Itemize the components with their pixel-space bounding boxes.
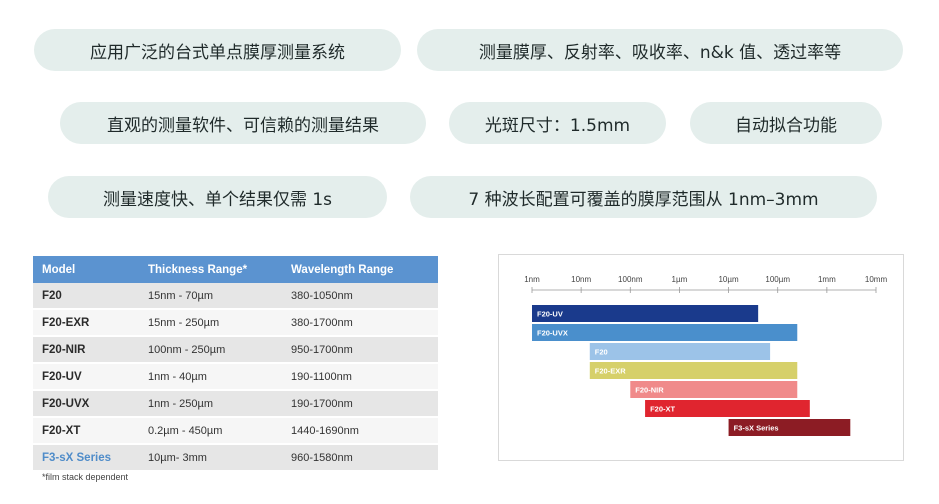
- row-model: F20: [33, 283, 139, 310]
- axis-tick-label: 10mm: [865, 275, 888, 284]
- feature-pill-1: 应用广泛的台式单点膜厚测量系统: [34, 29, 401, 71]
- range-bar: [532, 324, 798, 341]
- axis-tick-label: 100µm: [765, 275, 790, 284]
- row-wavelength: 190-1100nm: [282, 363, 438, 391]
- row-thickness: 1nm - 40µm: [139, 363, 282, 391]
- feature-pill-7: 7 种波长配置可覆盖的膜厚范围从 1nm–3mm: [410, 176, 877, 218]
- table-header-row: Model Thickness Range* Wavelength Range: [33, 256, 438, 283]
- row-thickness: 100nm - 250µm: [139, 336, 282, 364]
- axis-tick-label: 1nm: [524, 275, 540, 284]
- thickness-range-chart: 1nm 10nm 100nm 1µm 10µm 100µm 1mm 10mm F20-UV F20…: [498, 254, 904, 461]
- range-bar-label: F3-sX Series: [734, 424, 779, 433]
- header-model: Model: [33, 256, 139, 283]
- table-row: F20-UV 1nm - 40µm 190-1100nm: [33, 363, 438, 391]
- table-row: F3-sX Series 10µm- 3mm 960-1580nm: [33, 444, 438, 472]
- row-thickness: 15nm - 250µm: [139, 309, 282, 337]
- range-bar-label: F20-NIR: [635, 386, 664, 395]
- row-wavelength: 960-1580nm: [282, 444, 438, 472]
- feature-pill-5: 自动拟合功能: [690, 102, 882, 144]
- range-bar: [532, 305, 759, 322]
- range-chart-svg: 1nm 10nm 100nm 1µm 10µm 100µm 1mm 10mm F20-UV F20…: [524, 275, 888, 436]
- row-thickness: 0.2µm - 450µm: [139, 417, 282, 445]
- table-row: F20-NIR 100nm - 250µm 950-1700nm: [33, 336, 438, 364]
- feature-pill-4: 光斑尺寸：1.5mm: [449, 102, 666, 144]
- row-wavelength: 190-1700nm: [282, 390, 438, 418]
- table-row: F20-UVX 1nm - 250µm 190-1700nm: [33, 390, 438, 418]
- range-bar-label: F20-EXR: [595, 367, 626, 376]
- row-wavelength: 380-1700nm: [282, 309, 438, 337]
- feature-pill-3: 直观的测量软件、可信赖的测量结果: [60, 102, 426, 144]
- row-thickness: 10µm- 3mm: [139, 444, 282, 472]
- table-row: F20-XT 0.2µm - 450µm 1440-1690nm: [33, 417, 438, 445]
- axis-tick-label: 10nm: [571, 275, 591, 284]
- row-thickness: 15nm - 70µm: [139, 283, 282, 310]
- row-model: F20-XT: [33, 417, 139, 445]
- row-model: F3-sX Series: [33, 444, 139, 472]
- row-wavelength: 1440-1690nm: [282, 417, 438, 445]
- table-row: F20 15nm - 70µm 380-1050nm: [33, 283, 438, 310]
- feature-pill-2: 测量膜厚、反射率、吸收率、n&k 值、透过率等: [417, 29, 903, 71]
- header-wavelength-range: Wavelength Range: [282, 256, 438, 283]
- row-model: F20-NIR: [33, 336, 139, 364]
- range-bar-label: F20-XT: [650, 405, 675, 414]
- axis-tick-label: 1mm: [818, 275, 836, 284]
- range-bar-label: F20-UV: [537, 310, 563, 319]
- row-model: F20-UV: [33, 363, 139, 391]
- feature-pill-6: 测量速度快、单个结果仅需 1s: [48, 176, 387, 218]
- header-thickness-range: Thickness Range*: [139, 256, 282, 283]
- row-model: F20-EXR: [33, 309, 139, 337]
- row-model: F20-UVX: [33, 390, 139, 418]
- range-bar-label: F20-UVX: [537, 329, 568, 338]
- row-wavelength: 950-1700nm: [282, 336, 438, 364]
- range-bar: [589, 343, 771, 360]
- table-row: F20-EXR 15nm - 250µm 380-1700nm: [33, 309, 438, 337]
- range-bar-label: F20: [595, 348, 608, 357]
- table-footnote: *film stack dependent: [42, 472, 129, 482]
- axis-tick-label: 100nm: [618, 275, 643, 284]
- axis-tick-label: 1µm: [672, 275, 688, 284]
- axis-tick-label: 10µm: [718, 275, 739, 284]
- row-thickness: 1nm - 250µm: [139, 390, 282, 418]
- row-wavelength: 380-1050nm: [282, 283, 438, 310]
- model-spec-table: Model Thickness Range* Wavelength Range …: [33, 256, 438, 472]
